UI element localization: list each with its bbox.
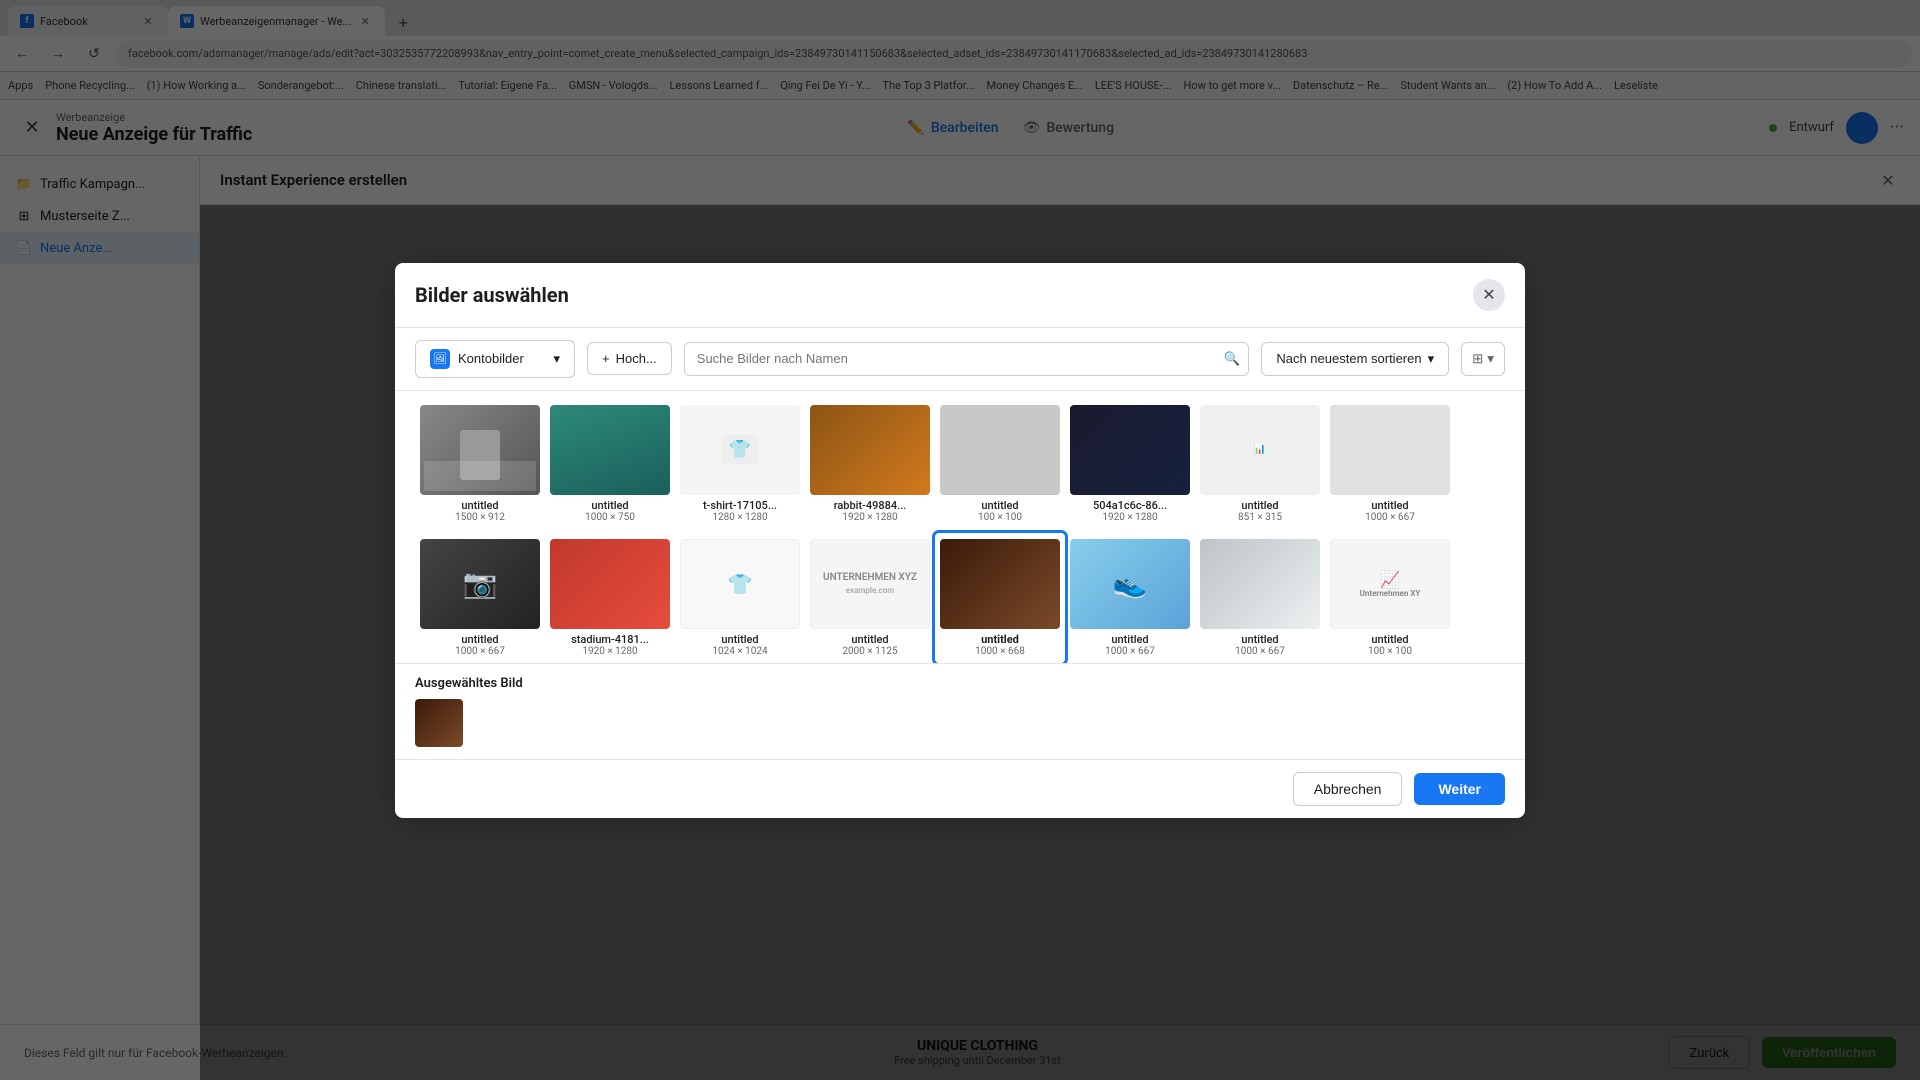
- image-size-15: 1000 × 667: [1235, 646, 1285, 657]
- image-item-15[interactable]: untitled 1000 × 667: [1195, 533, 1325, 663]
- image-size-9: 1000 × 667: [455, 646, 505, 657]
- modal-backdrop: Bilder auswählen ✕ 🖼 Kontobilder ▾ + Hoc…: [0, 0, 1920, 1080]
- image-search-bar: 🔍: [684, 342, 1250, 376]
- image-thumb-6: [1070, 405, 1190, 495]
- image-thumb-5: [940, 405, 1060, 495]
- image-item-16[interactable]: 📈 Unternehmen XY untitled 100 × 100: [1325, 533, 1455, 663]
- image-label-8: untitled: [1371, 499, 1408, 512]
- image-item-3[interactable]: 👕 t-shirt-17105... 1280 × 1280: [675, 399, 805, 529]
- image-item-8[interactable]: untitled 1000 × 667: [1325, 399, 1455, 529]
- image-grid-row2: 📷 untitled 1000 × 667 stadium-4181... 19…: [395, 529, 1525, 663]
- modal-footer: Abbrechen Weiter: [395, 759, 1525, 818]
- image-label-4: rabbit-49884...: [834, 499, 907, 512]
- weiter-button[interactable]: Weiter: [1414, 773, 1505, 805]
- sort-dropdown[interactable]: Nach neuestem sortieren ▾: [1261, 342, 1449, 376]
- image-label-16: untitled: [1371, 633, 1408, 646]
- image-label-13: untitled: [981, 633, 1019, 646]
- image-label-5: untitled: [981, 499, 1018, 512]
- image-size-12: 2000 × 1125: [842, 646, 897, 657]
- modal-toolbar: 🖼 Kontobilder ▾ + Hoch... 🔍 Nach neueste…: [395, 328, 1525, 391]
- kontobilder-dropdown[interactable]: 🖼 Kontobilder ▾: [415, 340, 575, 378]
- image-item-9[interactable]: 📷 untitled 1000 × 667: [415, 533, 545, 663]
- modal-close-button[interactable]: ✕: [1473, 279, 1505, 311]
- image-label-7: untitled: [1241, 499, 1278, 512]
- image-label-3: t-shirt-17105...: [703, 499, 777, 512]
- upload-label: Hoch...: [616, 351, 657, 366]
- image-item-11[interactable]: 👕 untitled 1024 × 1024: [675, 533, 805, 663]
- image-size-10: 1920 × 1280: [582, 646, 637, 657]
- selected-image-thumb: [415, 699, 463, 747]
- image-size-11: 1024 × 1024: [712, 646, 767, 657]
- image-thumb-12: UNTERNEHMEN XYZexample.com: [810, 539, 930, 629]
- image-thumb-11: 👕: [680, 539, 800, 629]
- modal-header: Bilder auswählen ✕: [395, 263, 1525, 328]
- dropdown-chevron-icon: ▾: [553, 351, 560, 367]
- upload-button[interactable]: + Hoch...: [587, 342, 672, 375]
- image-thumb-14: 👟: [1070, 539, 1190, 629]
- image-thumb-16: 📈 Unternehmen XY: [1330, 539, 1450, 629]
- modal-title: Bilder auswählen: [415, 283, 569, 307]
- selected-section-label: Ausgewähltes Bild: [415, 676, 1505, 691]
- image-thumb-7: 📊: [1200, 405, 1320, 495]
- image-thumb-3: 👕: [680, 405, 800, 495]
- image-size-1: 1500 × 912: [455, 512, 505, 523]
- image-size-13: 1000 × 668: [975, 646, 1025, 657]
- kontobilder-icon: 🖼: [430, 349, 450, 369]
- image-label-14: untitled: [1111, 633, 1148, 646]
- selected-image-section: Ausgewähltes Bild: [395, 663, 1525, 759]
- image-label-2: untitled: [591, 499, 628, 512]
- image-thumb-10: [550, 539, 670, 629]
- image-select-modal: Bilder auswählen ✕ 🖼 Kontobilder ▾ + Hoc…: [395, 263, 1525, 818]
- image-label-12: untitled: [851, 633, 888, 646]
- image-size-4: 1920 × 1280: [842, 512, 897, 523]
- image-item-6[interactable]: 504a1c6c-86... 1920 × 1280: [1065, 399, 1195, 529]
- image-item-13[interactable]: untitled 1000 × 668: [935, 533, 1065, 663]
- image-size-16: 100 × 100: [1368, 646, 1412, 657]
- cancel-button[interactable]: Abbrechen: [1293, 772, 1403, 806]
- image-thumb-4: [810, 405, 930, 495]
- image-item-7[interactable]: 📊 untitled 851 × 315: [1195, 399, 1325, 529]
- image-label-15: untitled: [1241, 633, 1278, 646]
- sort-chevron-icon: ▾: [1428, 351, 1435, 367]
- image-item-10[interactable]: stadium-4181... 1920 × 1280: [545, 533, 675, 663]
- image-size-6: 1920 × 1280: [1102, 512, 1157, 523]
- image-size-3: 1280 × 1280: [712, 512, 767, 523]
- image-search-input[interactable]: [685, 343, 1216, 374]
- image-thumb-8: [1330, 405, 1450, 495]
- image-size-8: 1000 × 667: [1365, 512, 1415, 523]
- filter-chevron-icon: ▾: [1487, 351, 1494, 367]
- upload-plus-icon: +: [602, 351, 610, 366]
- image-size-7: 851 × 315: [1238, 512, 1282, 523]
- image-item-4[interactable]: rabbit-49884... 1920 × 1280: [805, 399, 935, 529]
- filter-button[interactable]: ⊞ ▾: [1461, 342, 1505, 376]
- sort-label: Nach neuestem sortieren: [1276, 351, 1421, 366]
- image-item-5[interactable]: untitled 100 × 100: [935, 399, 1065, 529]
- image-label-11: untitled: [721, 633, 758, 646]
- image-grid-row1: untitled 1500 × 912 untitled 1000 × 750 …: [395, 391, 1525, 529]
- image-item-14[interactable]: 👟 untitled 1000 × 667: [1065, 533, 1195, 663]
- image-label-1: untitled: [461, 499, 498, 512]
- image-thumb-2: [550, 405, 670, 495]
- image-thumb-9: 📷: [420, 539, 540, 629]
- image-size-14: 1000 × 667: [1105, 646, 1155, 657]
- image-label-6: 504a1c6c-86...: [1093, 499, 1167, 512]
- filter-icon: ⊞: [1472, 351, 1483, 367]
- image-size-2: 1000 × 750: [585, 512, 635, 523]
- kontobilder-label: Kontobilder: [458, 351, 524, 366]
- image-item-2[interactable]: untitled 1000 × 750: [545, 399, 675, 529]
- image-thumb-15: [1200, 539, 1320, 629]
- image-item-1[interactable]: untitled 1500 × 912: [415, 399, 545, 529]
- image-item-12[interactable]: UNTERNEHMEN XYZexample.com untitled 2000…: [805, 533, 935, 663]
- search-icon-button[interactable]: 🔍: [1216, 343, 1249, 375]
- image-label-10: stadium-4181...: [571, 633, 649, 646]
- image-label-9: untitled: [461, 633, 498, 646]
- image-thumb-1: [420, 405, 540, 495]
- image-thumb-13: [940, 539, 1060, 629]
- image-size-5: 100 × 100: [978, 512, 1022, 523]
